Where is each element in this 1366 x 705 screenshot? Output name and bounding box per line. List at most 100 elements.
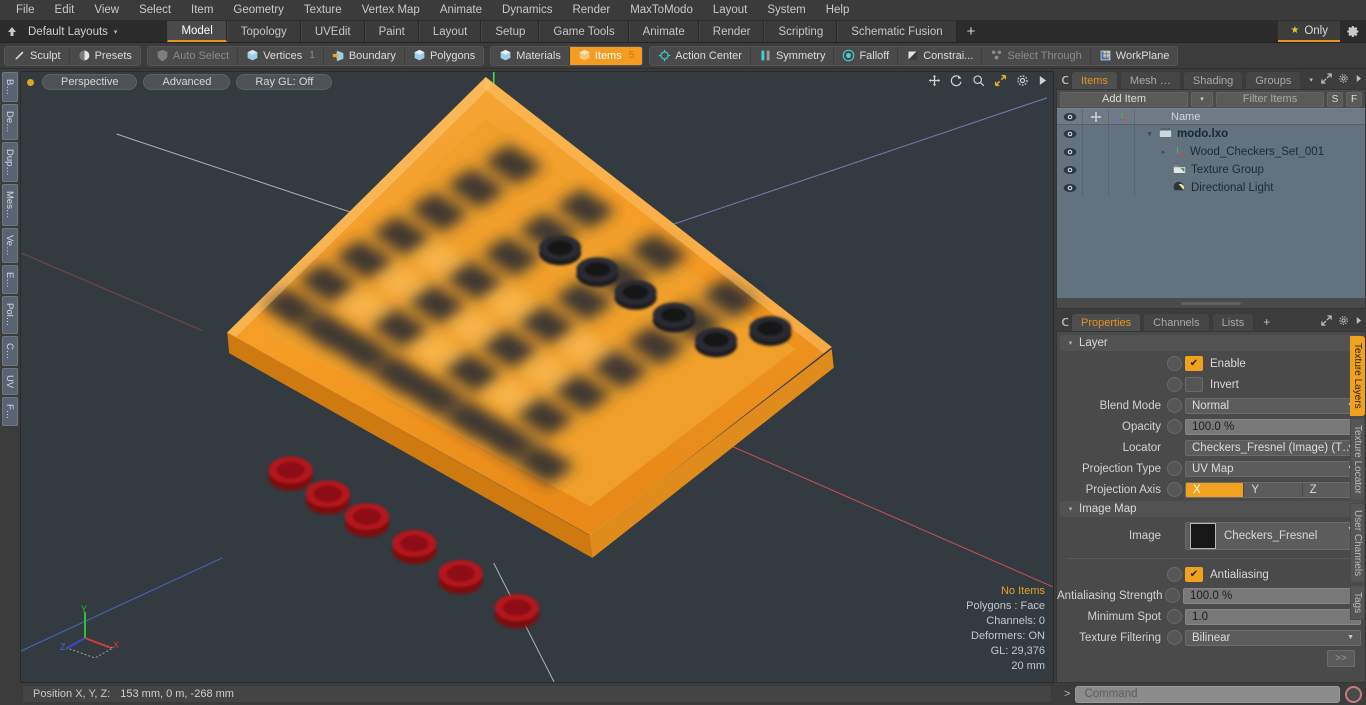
menu-item-dynamics[interactable]: Dynamics — [492, 0, 562, 21]
menu-item-vertex-map[interactable]: Vertex Map — [352, 0, 430, 21]
3d-viewport[interactable]: Perspective Advanced Ray GL: Off No Item… — [20, 71, 1054, 683]
table-row[interactable]: ▸ Wood_Checkers_Set_001 — [1057, 143, 1365, 161]
record-icon[interactable] — [1345, 685, 1362, 703]
filter-s-button[interactable]: S — [1327, 91, 1343, 107]
filter-items-input[interactable]: Filter Items — [1216, 91, 1324, 107]
column-lock-move-icon[interactable] — [1083, 109, 1109, 124]
list-item[interactable]: Texture Group — [1135, 163, 1264, 177]
enable-checkbox[interactable]: ✔ — [1185, 356, 1203, 371]
add-tab-button[interactable]: + — [956, 21, 986, 42]
side-tab-texture-locator[interactable]: Texture Locator — [1350, 417, 1365, 501]
tab-animate[interactable]: Animate — [628, 21, 699, 42]
panel-menu-icon[interactable] — [1058, 71, 1071, 89]
rotate-icon[interactable] — [950, 74, 963, 90]
tab-lists[interactable]: Lists — [1211, 313, 1255, 331]
symmetry-button[interactable]: Symmetry — [750, 46, 835, 65]
auto-select-button[interactable]: Auto Select — [147, 46, 239, 65]
menu-item-item[interactable]: Item — [181, 0, 223, 21]
chevron-right-icon[interactable] — [1355, 316, 1362, 328]
tab-properties[interactable]: Properties — [1071, 313, 1142, 331]
polygons-button[interactable]: Polygons — [404, 46, 484, 65]
gear-icon[interactable] — [1338, 73, 1349, 87]
menu-item-help[interactable]: Help — [816, 0, 860, 21]
menu-item-system[interactable]: System — [757, 0, 815, 21]
menu-item-view[interactable]: View — [84, 0, 129, 21]
enable-channel-dot[interactable] — [1167, 356, 1182, 371]
tab-paint[interactable]: Paint — [364, 21, 419, 42]
opacity-channel-dot[interactable] — [1167, 419, 1182, 434]
left-tab-curve[interactable]: C… — [2, 335, 18, 366]
menu-item-layout[interactable]: Layout — [703, 0, 758, 21]
row-visibility-eye-icon[interactable] — [1057, 179, 1083, 197]
falloff-button[interactable]: Falloff — [834, 46, 899, 65]
list-item[interactable]: ▾ modo.lxo — [1135, 127, 1228, 141]
row-visibility-eye-icon[interactable] — [1057, 143, 1083, 161]
home-icon[interactable] — [0, 21, 24, 42]
antialiasing-checkbox[interactable]: ✔ — [1185, 567, 1203, 582]
tab-topology[interactable]: Topology — [226, 21, 301, 42]
disclosure-triangle-icon[interactable]: ▸ — [1159, 148, 1168, 156]
minimum-spot-input[interactable]: 1.0 ◂▸ — [1185, 608, 1361, 625]
tab-layout[interactable]: Layout — [418, 21, 482, 42]
locator-dropdown[interactable]: Checkers_Fresnel (Image) (T … ▼ — [1185, 439, 1361, 456]
menu-item-select[interactable]: Select — [129, 0, 181, 21]
projection-axis-channel-dot[interactable] — [1167, 482, 1182, 497]
viewport-shading-button[interactable]: Advanced — [143, 74, 231, 90]
menu-item-animate[interactable]: Animate — [430, 0, 492, 21]
move-icon[interactable] — [928, 74, 941, 90]
materials-button[interactable]: Materials — [491, 46, 570, 65]
left-tab-duplicate[interactable]: Dup… — [2, 141, 18, 183]
table-row[interactable]: Directional Light — [1057, 179, 1365, 197]
fit-icon[interactable] — [994, 74, 1007, 90]
disclosure-triangle-icon[interactable]: ▾ — [1066, 339, 1075, 347]
add-item-button[interactable]: Add Item — [1060, 91, 1188, 107]
tab-setup[interactable]: Setup — [481, 21, 540, 42]
side-tab-texture-layers[interactable]: Texture Layers — [1350, 336, 1365, 416]
minimum-spot-channel-dot[interactable] — [1167, 609, 1182, 624]
command-input[interactable]: Command — [1075, 685, 1340, 703]
zoom-icon[interactable] — [972, 74, 985, 90]
column-visibility-eye-icon[interactable] — [1057, 109, 1083, 124]
antialiasing-strength-channel-dot[interactable] — [1165, 588, 1180, 603]
left-tab-deform[interactable]: De… — [2, 103, 18, 140]
row-visibility-eye-icon[interactable] — [1057, 125, 1083, 143]
tab-scripting[interactable]: Scripting — [764, 21, 838, 42]
section-header-layer[interactable]: ▾ Layer — [1060, 335, 1362, 351]
disclosure-triangle-icon[interactable]: ▾ — [1066, 505, 1075, 513]
panel-menu-icon[interactable] — [1058, 313, 1071, 331]
constraint-button[interactable]: Constrai... — [898, 46, 983, 65]
left-tab-mesh[interactable]: Mes… — [2, 184, 18, 226]
only-toggle-button[interactable]: ★ Only — [1278, 21, 1340, 42]
vertices-button[interactable]: Vertices 1 — [238, 46, 324, 65]
disclosure-triangle-icon[interactable]: ▾ — [1145, 130, 1154, 138]
gear-icon[interactable] — [1338, 315, 1349, 329]
viewport-raygl-button[interactable]: Ray GL: Off — [236, 74, 333, 90]
default-layouts-dropdown[interactable]: Default Layouts ▾ — [24, 21, 127, 42]
items-list[interactable]: ▾ modo.lxo ▸ Wood_Checkers_Set_001 Textu… — [1057, 125, 1365, 298]
table-row[interactable]: Texture Group — [1057, 161, 1365, 179]
action-center-button[interactable]: Action Center — [650, 46, 751, 65]
projection-type-channel-dot[interactable] — [1167, 461, 1182, 476]
blend-mode-dropdown[interactable]: Normal ▼ — [1185, 397, 1361, 414]
tab-groups[interactable]: Groups — [1245, 71, 1302, 89]
menu-item-geometry[interactable]: Geometry — [223, 0, 294, 21]
antialiasing-channel-dot[interactable] — [1167, 567, 1182, 582]
tab-mesh-ops[interactable]: Mesh … — [1119, 71, 1181, 89]
left-tab-vertex[interactable]: Ve… — [2, 227, 18, 263]
list-item[interactable]: ▸ Wood_Checkers_Set_001 — [1135, 145, 1324, 160]
items-list-scroll-handle[interactable] — [1057, 298, 1365, 308]
tab-model[interactable]: Model — [167, 21, 227, 42]
invert-checkbox[interactable] — [1185, 377, 1203, 392]
side-tab-user-channels[interactable]: User Channels — [1350, 502, 1365, 583]
texture-filtering-dropdown[interactable]: Bilinear ▼ — [1185, 629, 1361, 646]
menu-item-maxtomodo[interactable]: MaxToModo — [620, 0, 703, 21]
select-through-button[interactable]: Select Through — [982, 46, 1091, 65]
items-tabs-overflow-icon[interactable]: ▾ — [1303, 71, 1319, 89]
invert-channel-dot[interactable] — [1167, 377, 1182, 392]
texture-filtering-channel-dot[interactable] — [1167, 630, 1182, 645]
side-tab-tags[interactable]: Tags — [1350, 584, 1365, 620]
expand-icon[interactable] — [1321, 315, 1332, 329]
gear-icon[interactable] — [1016, 74, 1029, 90]
row-visibility-eye-icon[interactable] — [1057, 161, 1083, 179]
play-icon[interactable] — [1038, 75, 1047, 89]
